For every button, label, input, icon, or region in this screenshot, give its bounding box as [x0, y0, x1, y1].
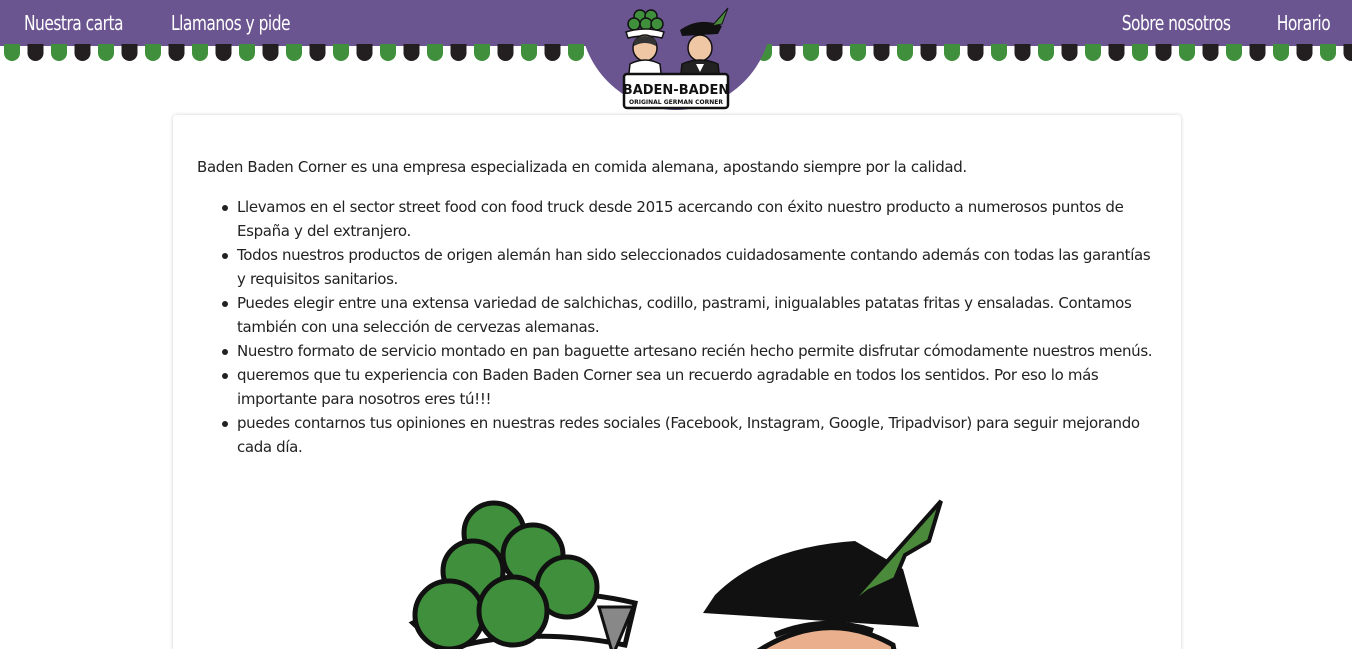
scallop-drop [873, 44, 890, 61]
scallop-drop [1226, 44, 1242, 61]
scallop-drop [521, 44, 537, 61]
scallop-drop [450, 44, 467, 61]
mascots-illustration [408, 499, 943, 649]
list-item: queremos que tu experiencia con Baden Ba… [222, 363, 1157, 411]
scallop-drop [403, 44, 420, 61]
scallop-drop [1155, 44, 1172, 61]
scallop-drop [568, 44, 584, 61]
scallop-drop [215, 44, 232, 61]
scallop-drop [1108, 44, 1125, 61]
intro-paragraph: Baden Baden Corner es una empresa especi… [197, 158, 967, 176]
scallop-drop [51, 44, 67, 61]
list-item: Nuestro formato de servicio montado en p… [222, 339, 1157, 363]
scallop-drop [991, 44, 1007, 61]
scallop-drop [1343, 44, 1352, 61]
scallop-drop [826, 44, 843, 61]
scallop-drop [427, 44, 443, 61]
scallop-drop [262, 44, 279, 61]
scallop-drop [380, 44, 396, 61]
scallop-drop [145, 44, 161, 61]
scallop-drop [850, 44, 866, 61]
scallop-drop [944, 44, 960, 61]
list-item: Todos nuestros productos de origen alemá… [222, 243, 1157, 291]
scallop-drop [286, 44, 302, 61]
scallop-drop [967, 44, 984, 61]
nav-nuestra-carta[interactable]: Nuestra carta [24, 8, 123, 38]
logo-title: BADEN-BADEN [623, 83, 729, 98]
scallop-drop [920, 44, 937, 61]
scallop-drop [1085, 44, 1101, 61]
scallop-drop [544, 44, 561, 61]
feature-list: Llevamos en el sector street food con fo… [222, 195, 1157, 459]
scallop-drop [1179, 44, 1195, 61]
scallop-drop [1202, 44, 1219, 61]
logo-banner: BADEN-BADEN ORIGINAL GERMAN CORNER [622, 72, 730, 110]
scallop-drop [474, 44, 490, 61]
scallop-drop [1273, 44, 1289, 61]
list-item: puedes contarnos tus opiniones en nuestr… [222, 411, 1157, 459]
scallop-drop [356, 44, 373, 61]
scallop-drop [1061, 44, 1078, 61]
scallop-drop [309, 44, 326, 61]
scallop-drop [779, 44, 796, 61]
about-card: Baden Baden Corner es una empresa especi… [173, 115, 1181, 649]
baden-baden-logo[interactable]: BADEN-BADEN ORIGINAL GERMAN CORNER [610, 2, 742, 114]
woman-figure-icon [625, 9, 665, 83]
scallop-drop [803, 44, 819, 61]
scallop-drop [98, 44, 114, 61]
scallop-drop [1132, 44, 1148, 61]
scallop-drop [1038, 44, 1054, 61]
logo-subtitle: ORIGINAL GERMAN CORNER [629, 99, 723, 106]
scallop-drop [1296, 44, 1313, 61]
man-figure-icon [679, 7, 729, 83]
scallop-drop [1320, 44, 1336, 61]
scallop-drop [239, 44, 255, 61]
scallop-drop [1249, 44, 1266, 61]
scallop-drop [168, 44, 185, 61]
woman-hat-illustration [408, 500, 639, 649]
scallop-drop [74, 44, 91, 61]
scallop-drop [192, 44, 208, 61]
scallop-drop [497, 44, 514, 61]
nav-llamanos-y-pide[interactable]: Llamanos y pide [171, 8, 291, 38]
scallop-drop [897, 44, 913, 61]
scallop-drop [333, 44, 349, 61]
nav-horario[interactable]: Horario [1277, 8, 1331, 38]
scallop-drop [121, 44, 138, 61]
scallop-drop [1014, 44, 1031, 61]
scallop-drop [27, 44, 44, 61]
man-hat-illustration [703, 499, 943, 649]
list-item: Llevamos en el sector street food con fo… [222, 195, 1157, 243]
nav-sobre-nosotros[interactable]: Sobre nosotros [1121, 8, 1230, 38]
list-item: Puedes elegir entre una extensa variedad… [222, 291, 1157, 339]
scallop-drop [4, 44, 20, 61]
